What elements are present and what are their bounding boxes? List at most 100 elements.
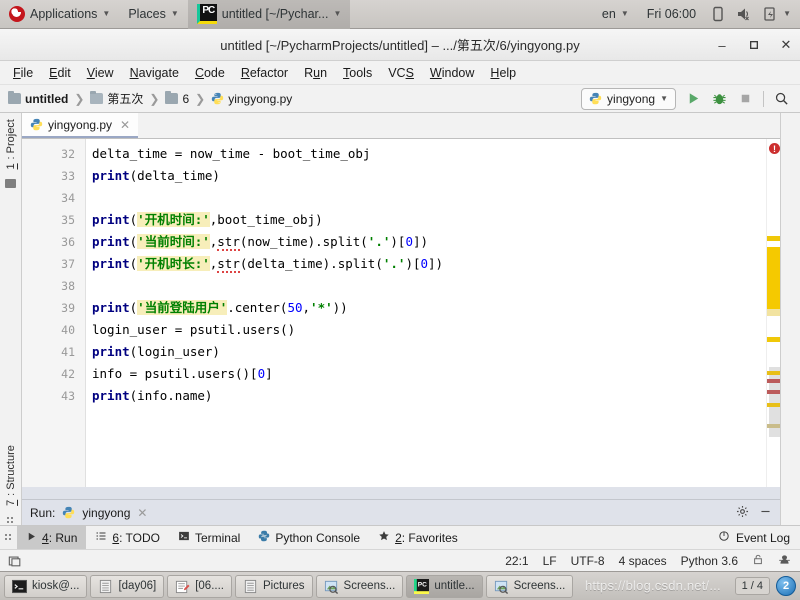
minimize-button[interactable]: – — [714, 37, 730, 53]
breadcrumb-untitled[interactable]: untitled — [6, 91, 70, 107]
tool-tab-todo[interactable]: 6: TODO — [86, 526, 169, 549]
task-pycharm-untitled[interactable]: PC untitle... — [406, 574, 483, 598]
code-line[interactable] — [92, 187, 766, 209]
error-stripe[interactable]: ! — [766, 139, 780, 487]
editor[interactable]: 32 33 34 35 36 37 38 39 40 41 42 43 delt… — [22, 139, 780, 487]
breadcrumb-6[interactable]: 6 — [163, 91, 191, 107]
menu-window[interactable]: Window — [423, 64, 481, 82]
menu-view[interactable]: View — [80, 64, 121, 82]
error-stripe-mark[interactable] — [767, 424, 780, 428]
code-token: delta_time = now_time - boot_time_obj — [92, 146, 371, 161]
error-stripe-mark[interactable] — [767, 309, 780, 316]
code-token: ,boot_time_obj) — [209, 212, 323, 227]
code-line[interactable]: print(delta_time) — [92, 165, 766, 187]
error-badge[interactable]: ! — [769, 143, 780, 154]
maximize-button[interactable] — [746, 37, 762, 53]
task-screenshot-1[interactable]: Screens... — [315, 574, 404, 598]
code-line[interactable]: info = psutil.users()[0] — [92, 363, 766, 385]
tool-tab-terminal[interactable]: Terminal — [169, 526, 249, 549]
code-line[interactable]: print('当前登陆用户'.center(50,'*')) — [92, 297, 766, 319]
volume-muted-icon[interactable] — [736, 6, 752, 22]
project-folder-icon[interactable] — [5, 179, 16, 189]
minimize-icon[interactable] — [759, 505, 772, 521]
applications-menu[interactable]: Applications ▼ — [0, 0, 119, 29]
sidebar-item-structure[interactable]: 7: Structure — [2, 439, 20, 512]
menu-run[interactable]: Run — [297, 64, 334, 82]
unlocked-icon[interactable] — [752, 553, 764, 569]
menu-refactor[interactable]: Refactor — [234, 64, 295, 82]
error-stripe-mark[interactable] — [767, 371, 780, 375]
error-stripe-mark[interactable] — [767, 379, 780, 383]
line-separator[interactable]: LF — [543, 554, 557, 568]
error-stripe-mark[interactable] — [767, 247, 780, 309]
task-screenshot-2[interactable]: Screens... — [485, 574, 574, 598]
places-menu[interactable]: Places ▼ — [119, 0, 187, 29]
code-token: print — [92, 234, 130, 249]
power-icon[interactable] — [762, 6, 778, 22]
close-icon[interactable]: ✕ — [137, 506, 147, 520]
task-pictures[interactable]: Pictures — [234, 574, 313, 598]
code-line[interactable] — [92, 275, 766, 297]
debug-button[interactable] — [711, 90, 728, 107]
code-line[interactable]: print(info.name) — [92, 385, 766, 407]
code-line[interactable]: print('开机时间:',boot_time_obj) — [92, 209, 766, 231]
indent-setting[interactable]: 4 spaces — [619, 554, 667, 568]
event-log-entry[interactable]: Event Log — [708, 526, 800, 549]
clock[interactable]: Fri 06:00 — [638, 0, 705, 29]
close-button[interactable]: ✕ — [778, 37, 794, 53]
system-menu-caret-icon[interactable]: ▼ — [783, 10, 800, 18]
tool-tab-python-console[interactable]: Python Console — [249, 526, 369, 549]
code-line[interactable]: login_user = psutil.users() — [92, 319, 766, 341]
task-label: Screens... — [343, 580, 396, 592]
right-tool-strip — [780, 113, 800, 525]
menu-code[interactable]: Code — [188, 64, 232, 82]
menu-vcs[interactable]: VCS — [381, 64, 421, 82]
search-everywhere-icon[interactable] — [773, 90, 790, 107]
code-token: , — [302, 300, 311, 315]
menu-edit[interactable]: Edit — [42, 64, 78, 82]
editor-tab-yingyong-py[interactable]: yingyong.py ✕ — [22, 113, 139, 138]
caret-down-icon: ▼ — [620, 9, 629, 18]
error-stripe-mark[interactable] — [767, 337, 780, 342]
code-line[interactable]: delta_time = now_time - boot_time_obj — [92, 143, 766, 165]
gear-icon[interactable] — [736, 505, 749, 521]
close-icon[interactable]: ✕ — [120, 118, 130, 132]
breadcrumb-yingyong-py[interactable]: yingyong.py — [209, 91, 294, 107]
run-button[interactable] — [685, 90, 702, 107]
run-configuration-selector[interactable]: yingyong ▼ — [581, 87, 676, 110]
menu-navigate[interactable]: Navigate — [123, 64, 186, 82]
tool-tab-favorites[interactable]: 2: Favorites — [369, 526, 467, 549]
toggle-toolwindows-icon[interactable] — [0, 554, 22, 568]
encoding[interactable]: UTF-8 — [571, 554, 605, 568]
task-06-editor[interactable]: [06.... — [167, 574, 232, 598]
workspace-switcher[interactable]: 1 / 4 — [734, 577, 770, 595]
code-line[interactable]: print('开机时长:',str(delta_time).split('.')… — [92, 253, 766, 275]
code-line[interactable]: print(login_user) — [92, 341, 766, 363]
code-token: '.' — [382, 256, 406, 271]
menu-file[interactable]: File — [6, 64, 40, 82]
breadcrumb-diwuci[interactable]: 第五次 — [88, 89, 145, 108]
code-line[interactable]: print('当前时间:',str(now_time).split('.')[0… — [92, 231, 766, 253]
python-interpreter[interactable]: Python 3.6 — [681, 554, 738, 568]
task-day06[interactable]: [day06] — [90, 574, 165, 598]
line-number: 39 — [61, 301, 75, 315]
error-stripe-mark[interactable] — [767, 390, 780, 394]
tool-tab-run[interactable]: 4: Run — [17, 526, 87, 549]
task-kiosk-terminal[interactable]: kiosk@... — [4, 574, 88, 598]
menu-tools[interactable]: Tools — [336, 64, 379, 82]
sidebar-item-project[interactable]: 1: Project — [2, 113, 20, 175]
code-text[interactable]: delta_time = now_time - boot_time_objpri… — [86, 139, 766, 487]
stop-button[interactable] — [737, 90, 754, 107]
code-token: print — [92, 256, 130, 271]
caret-position[interactable]: 22:1 — [505, 554, 528, 568]
tool-tab-label: 2: Favorites — [395, 530, 458, 545]
menu-help[interactable]: Help — [483, 64, 523, 82]
window-menu-entry[interactable]: PC untitled [~/Pychar... ▼ — [187, 0, 351, 29]
error-stripe-mark[interactable] — [767, 236, 780, 241]
error-stripe-mark[interactable] — [767, 403, 780, 407]
keyboard-layout-indicator[interactable]: en ▼ — [593, 0, 638, 29]
trash-badge[interactable]: 2 — [776, 576, 796, 596]
battery-icon[interactable] — [710, 6, 726, 22]
hector-icon[interactable] — [778, 553, 791, 569]
chevron-down-icon[interactable]: ▼ — [660, 94, 668, 103]
